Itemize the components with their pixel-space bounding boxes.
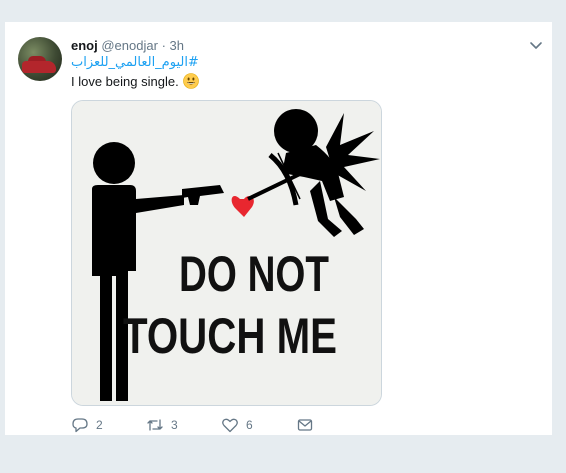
reply-button[interactable]: 2 (71, 416, 146, 434)
tweet-text-content: I love being single. (71, 74, 179, 89)
retweet-icon (147, 419, 163, 431)
man-head (93, 142, 135, 184)
meme-text-line1: DO NOT (179, 246, 329, 302)
tweet-timestamp[interactable]: 3h (170, 38, 184, 53)
tweet-text: I love being single. (71, 73, 200, 89)
tweet-card[interactable]: enoj @enodjar · 3h #اليوم_العالمي_للعزاب… (4, 22, 552, 435)
smiling-face-emoji-icon (183, 73, 200, 89)
meme-text-line2: TOUCH ME (123, 308, 337, 364)
direct-message-button[interactable] (296, 416, 314, 434)
reply-icon (72, 418, 88, 433)
author-handle[interactable]: @enodjar (101, 38, 158, 53)
envelope-icon (297, 419, 313, 431)
author-name[interactable]: enoj (71, 38, 98, 53)
tweet-header: enoj @enodjar · 3h (71, 38, 184, 54)
heart-icon (222, 418, 238, 433)
avatar-car-body (22, 61, 56, 73)
retweet-button[interactable]: 3 (146, 416, 221, 434)
hashtag-link[interactable]: #اليوم_العالمي_للعزاب (71, 55, 199, 70)
chevron-down-icon[interactable] (527, 36, 545, 54)
meme-illustration: DO NOT TOUCH ME (72, 101, 381, 405)
like-button[interactable]: 6 (221, 416, 296, 434)
tweet-actions: 2 3 6 (71, 416, 314, 434)
like-count: 6 (246, 418, 253, 432)
reply-count: 2 (96, 418, 103, 432)
separator-dot: · (161, 38, 166, 53)
tweet-media-image[interactable]: DO NOT TOUCH ME (71, 100, 382, 406)
avatar[interactable] (18, 37, 62, 81)
retweet-count: 3 (171, 418, 178, 432)
